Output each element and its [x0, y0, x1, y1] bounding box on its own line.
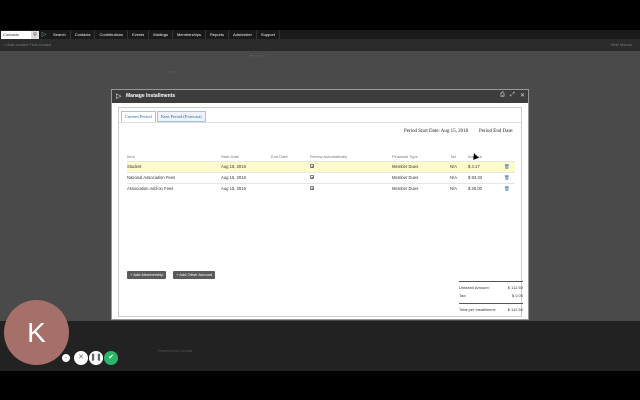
civicrm-logo-icon: ▷: [116, 93, 122, 100]
total-label: Total per Installment:: [459, 307, 496, 312]
start-date: Aug 15, 2016: [221, 182, 271, 194]
table-row[interactable]: National Association Fees Aug 15, 2016 ✔…: [127, 171, 515, 183]
tab-current-period[interactable]: Current Period: [121, 111, 156, 122]
installment-items-table: Item Start Date End Date Renew Automatic…: [127, 152, 515, 194]
tax: N/A: [450, 160, 468, 172]
menu-contributions[interactable]: Contributions: [95, 30, 129, 39]
bottom-letterbox: [0, 371, 640, 400]
menu-search[interactable]: Search: [49, 30, 71, 39]
totals-divider: [459, 281, 523, 282]
financial-type: Member Dues: [392, 171, 450, 183]
subbar-links[interactable]: « Add contact Find contact: [4, 42, 51, 47]
add-other-amount-button[interactable]: + Add Other Amount: [173, 271, 216, 279]
end-date: [271, 160, 310, 172]
item-name: Association Add-on Fees: [127, 182, 221, 194]
financial-type: Member Dues: [392, 182, 450, 194]
manage-installments-dialog: ▷ Manage Installments ⎙ ⤢ ✕ Current Peri…: [111, 89, 529, 320]
start-date: Aug 15, 2016: [221, 160, 271, 172]
item-name: National Association Fees: [127, 171, 221, 183]
add-membership-button[interactable]: + Add Membership: [127, 271, 167, 279]
start-date: Aug 15, 2016: [221, 171, 271, 183]
background-text: ▪ ▪ ▪: [170, 69, 177, 74]
totals-summary: Untaxed Amount: $ 112.50 Tax: $ 0.00 Tot…: [459, 281, 523, 314]
column-header: Renew Automatically: [310, 153, 348, 159]
untaxed-value: $ 112.50: [507, 285, 523, 290]
tax: N/A: [450, 182, 468, 194]
menu-support[interactable]: Support: [257, 30, 280, 39]
amount: $ 4.17: [468, 160, 504, 172]
quick-search-input[interactable]: Contacts: [1, 30, 31, 39]
tax-value: $ 0.00: [511, 293, 523, 298]
close-icon[interactable]: ✕: [74, 351, 88, 365]
menu-reports[interactable]: Reports: [206, 30, 229, 39]
tab-divider: [119, 122, 521, 123]
pause-icon[interactable]: ❚❚: [89, 351, 103, 365]
untaxed-row: Untaxed Amount: $ 112.50: [459, 284, 523, 292]
end-date: [271, 182, 310, 194]
table-row[interactable]: Association Add-on Fees Aug 15, 2016 ✔ M…: [127, 182, 515, 194]
renew-cell: ✔: [310, 160, 392, 172]
totals-divider: [459, 303, 523, 304]
trash-icon[interactable]: 🗑: [504, 175, 510, 180]
delete-cell: 🗑: [504, 171, 515, 183]
hide-menus-link[interactable]: Hide Menus: [611, 39, 632, 51]
table-header-row: Item Start Date End Date Renew Automatic…: [127, 152, 515, 161]
dialog-content: Current Period Next Period (Forecast) Pe…: [118, 107, 523, 317]
menu-contacts[interactable]: Contacts: [71, 30, 96, 39]
tax-label: Tax:: [459, 293, 467, 298]
item-name: Student: [127, 160, 221, 172]
total-row: Total per Installment: $ 112.50: [459, 306, 523, 314]
total-value: $ 112.50: [507, 307, 523, 312]
financial-type: Member Dues: [392, 160, 450, 172]
column-header: Financial Type: [392, 153, 418, 159]
powered-by-text: Powered by Drupal: [158, 348, 193, 353]
period-start-date: Period Start Date: Aug 15, 2018: [404, 129, 469, 134]
column-header: End Date: [271, 153, 288, 159]
column-header: [504, 152, 515, 161]
menu-mailings[interactable]: Mailings: [149, 30, 173, 39]
dialog-titlebar[interactable]: ▷ Manage Installments ⎙ ⤢ ✕: [112, 90, 528, 103]
delete-cell: 🗑: [504, 160, 515, 172]
table-row[interactable]: Student Aug 15, 2016 ✔ Member Dues N/A $…: [127, 160, 515, 172]
period-tabs: Current Period Next Period (Forecast): [121, 111, 207, 122]
menu-memberships[interactable]: Memberships: [173, 30, 206, 39]
amount: $ 83.33: [468, 171, 504, 183]
amount: $ 25.00: [468, 182, 504, 194]
column-header: Start Date: [221, 153, 240, 159]
tax-row: Tax: $ 0.00: [459, 292, 523, 300]
end-date: [271, 171, 310, 183]
background-text: ▾ ▪ ▪ ▪ ▪ ▪: [250, 53, 265, 58]
renew-checkbox[interactable]: ✔: [310, 175, 314, 180]
civicrm-logo-icon[interactable]: ▷: [39, 31, 49, 39]
avatar: K: [4, 300, 69, 365]
renew-cell: ✔: [310, 182, 392, 194]
column-header: Tax: [450, 153, 457, 159]
print-icon[interactable]: ⎙: [500, 92, 505, 99]
menu-administer[interactable]: Administer: [229, 30, 257, 39]
minimize-icon[interactable]: −: [62, 354, 70, 362]
screen: Contacts ⚲ ▷ Search Contacts Contributio…: [0, 0, 640, 400]
trash-icon[interactable]: 🗑: [504, 164, 510, 169]
renew-cell: ✔: [310, 171, 392, 183]
delete-cell: 🗑: [504, 182, 515, 194]
maximize-icon[interactable]: ⤢: [510, 92, 515, 99]
civicrm-menubar: Contacts ⚲ ▷ Search Contacts Contributio…: [0, 30, 640, 39]
add-other-amount-label: Add Other Amount: [179, 272, 213, 277]
dialog-title: Manage Installments: [126, 93, 176, 99]
period-end-date: Period End Date:: [479, 129, 514, 134]
untaxed-label: Untaxed Amount:: [459, 285, 490, 290]
renew-checkbox[interactable]: ✔: [310, 186, 314, 191]
renew-checkbox[interactable]: ✔: [310, 164, 314, 169]
column-header: Item: [127, 153, 135, 159]
trash-icon[interactable]: 🗑: [504, 186, 510, 191]
search-icon[interactable]: ⚲: [31, 30, 39, 39]
admin-subbar: « Add contact Find contact Hide Menus: [0, 39, 640, 51]
tab-next-period[interactable]: Next Period (Forecast): [156, 111, 206, 122]
add-membership-label: Add Membership: [133, 272, 164, 277]
check-icon[interactable]: ✔: [104, 351, 118, 365]
menu-events[interactable]: Events: [128, 30, 150, 39]
close-icon[interactable]: ✕: [520, 92, 525, 99]
tax: N/A: [450, 171, 468, 183]
